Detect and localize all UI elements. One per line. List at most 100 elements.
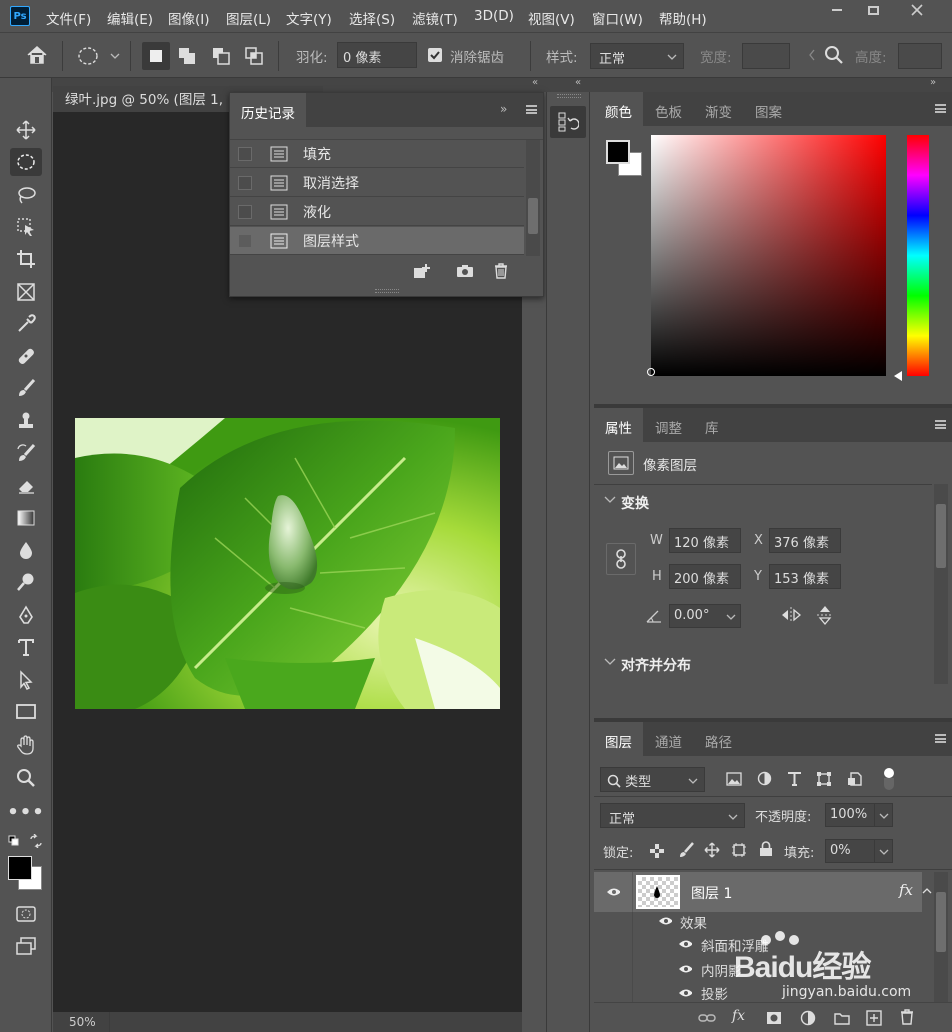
- ellipse-marquee-icon[interactable]: [78, 46, 100, 70]
- history-item-selected[interactable]: 图层样式: [230, 227, 524, 255]
- history-item[interactable]: 液化: [230, 198, 524, 226]
- history-snapshot-checkbox[interactable]: [238, 176, 252, 190]
- object-selection-tool-icon[interactable]: [10, 213, 42, 241]
- new-adjustment-layer-icon[interactable]: [800, 1010, 816, 1026]
- search-icon[interactable]: [824, 45, 844, 69]
- style-select[interactable]: 正常: [590, 43, 684, 69]
- height-field[interactable]: 200 像素: [669, 564, 741, 589]
- color-field[interactable]: [647, 135, 886, 376]
- hand-tool-icon[interactable]: [10, 731, 42, 759]
- minimize-button[interactable]: [820, 0, 854, 20]
- tab-gradients[interactable]: 渐变: [694, 92, 743, 126]
- tab-adjustments[interactable]: 调整: [644, 408, 693, 442]
- antialias-checkbox[interactable]: [428, 48, 442, 62]
- history-snapshot-checkbox[interactable]: [238, 205, 252, 219]
- new-document-from-state-icon[interactable]: [413, 263, 431, 283]
- menu-filter[interactable]: 滤镜(T): [412, 8, 458, 28]
- menu-select[interactable]: 选择(S): [349, 8, 395, 28]
- tab-color[interactable]: 颜色: [594, 92, 643, 126]
- new-layer-icon[interactable]: [866, 1010, 882, 1026]
- blend-mode-select[interactable]: 正常: [600, 803, 745, 828]
- flip-vertical-icon[interactable]: [816, 604, 834, 626]
- panel-menu-icon[interactable]: [935, 734, 946, 743]
- x-field[interactable]: 376 像素: [769, 528, 841, 553]
- more-tools-icon[interactable]: •••: [7, 798, 44, 826]
- menu-window[interactable]: 窗口(W): [592, 8, 643, 28]
- history-brush-tool-icon[interactable]: [10, 439, 42, 467]
- elliptical-marquee-tool-icon[interactable]: [10, 148, 42, 176]
- add-mask-icon[interactable]: [766, 1011, 782, 1025]
- fill-field[interactable]: 0%: [825, 839, 893, 863]
- new-group-icon[interactable]: [834, 1011, 850, 1025]
- zoom-level[interactable]: 50%: [69, 1015, 96, 1029]
- eyedropper-tool-icon[interactable]: [10, 310, 42, 338]
- canvas-image[interactable]: [75, 418, 500, 709]
- effects-label[interactable]: 效果: [680, 912, 707, 932]
- swap-dimensions-icon[interactable]: [808, 49, 816, 65]
- brush-tool-icon[interactable]: [10, 374, 42, 402]
- lasso-tool-icon[interactable]: [10, 181, 42, 209]
- eye-icon[interactable]: [678, 939, 692, 949]
- quick-mask-icon[interactable]: [10, 900, 42, 928]
- menu-3d[interactable]: 3D(D): [474, 8, 514, 24]
- frame-tool-icon[interactable]: [10, 278, 42, 306]
- flip-horizontal-icon[interactable]: [780, 606, 802, 624]
- menu-layer[interactable]: 图层(L): [226, 8, 271, 28]
- clone-stamp-tool-icon[interactable]: [10, 407, 42, 435]
- angle-field[interactable]: 0.00°: [669, 604, 741, 628]
- lock-position-icon[interactable]: [704, 842, 720, 858]
- fx-icon[interactable]: fx: [899, 881, 913, 899]
- default-colors-icon[interactable]: [8, 835, 20, 851]
- move-tool-icon[interactable]: [10, 116, 42, 144]
- layer-row[interactable]: 图层 1 fx: [594, 872, 922, 912]
- tool-preset-chevron-icon[interactable]: [110, 49, 120, 64]
- collapse-dock-icon[interactable]: «: [575, 77, 581, 88]
- restore-button[interactable]: [856, 0, 890, 20]
- type-tool-icon[interactable]: [10, 633, 42, 661]
- filter-pixel-icon[interactable]: [726, 772, 742, 786]
- healing-brush-tool-icon[interactable]: [10, 342, 42, 370]
- eye-icon[interactable]: [658, 916, 672, 926]
- history-snapshot-checkbox[interactable]: [238, 234, 252, 248]
- panel-menu-icon[interactable]: [526, 105, 537, 114]
- zoom-tool-icon[interactable]: [10, 764, 42, 792]
- swap-colors-icon[interactable]: [29, 833, 43, 852]
- menu-help[interactable]: 帮助(H): [659, 8, 707, 28]
- chevron-down-icon[interactable]: [604, 658, 616, 666]
- menu-image[interactable]: 图像(I): [168, 8, 210, 28]
- lock-all-icon[interactable]: [759, 841, 773, 857]
- menu-view[interactable]: 视图(V): [528, 8, 575, 28]
- blur-tool-icon[interactable]: [10, 536, 42, 564]
- menu-file[interactable]: 文件(F): [46, 8, 91, 28]
- new-selection-icon[interactable]: [142, 42, 170, 70]
- filter-shape-icon[interactable]: [816, 771, 832, 787]
- camera-icon[interactable]: [456, 264, 474, 282]
- width-field[interactable]: 120 像素: [669, 528, 741, 553]
- hue-slider[interactable]: [907, 135, 929, 376]
- tab-channels[interactable]: 通道: [644, 722, 693, 756]
- link-layers-icon[interactable]: [698, 1013, 716, 1023]
- close-button[interactable]: [900, 0, 934, 20]
- delete-layer-icon[interactable]: [900, 1009, 914, 1025]
- history-snapshot-checkbox[interactable]: [238, 147, 252, 161]
- history-scrollbar[interactable]: [526, 140, 540, 256]
- collapse-panel-icon[interactable]: «: [532, 77, 538, 88]
- lock-artboard-icon[interactable]: [731, 842, 747, 858]
- align-distribute-title[interactable]: 对齐并分布: [621, 655, 691, 675]
- tab-paths[interactable]: 路径: [694, 722, 743, 756]
- lock-image-icon[interactable]: [678, 842, 694, 858]
- tab-layers[interactable]: 图层: [594, 722, 643, 756]
- lock-transparent-icon[interactable]: [650, 844, 664, 858]
- eraser-tool-icon[interactable]: [10, 471, 42, 499]
- subtract-from-selection-icon[interactable]: [212, 47, 230, 69]
- properties-scrollbar[interactable]: [934, 484, 948, 684]
- tab-swatches[interactable]: 色板: [644, 92, 693, 126]
- filter-toggle[interactable]: [884, 768, 894, 790]
- menu-type[interactable]: 文字(Y): [286, 8, 332, 28]
- eye-icon[interactable]: [678, 964, 692, 974]
- y-field[interactable]: 153 像素: [769, 564, 841, 589]
- width-input[interactable]: [742, 43, 790, 69]
- gradient-tool-icon[interactable]: [10, 504, 42, 532]
- history-item[interactable]: 填充: [230, 140, 524, 168]
- pen-tool-icon[interactable]: [10, 601, 42, 629]
